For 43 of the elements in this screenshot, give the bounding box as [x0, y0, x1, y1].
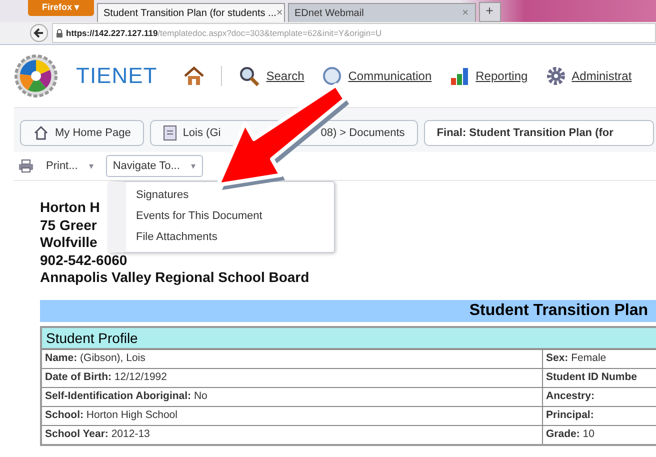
- menu-item[interactable]: Events for This Document: [126, 206, 334, 227]
- nav-link[interactable]: Reporting: [476, 69, 528, 83]
- address-line: 902-542-6060: [40, 252, 128, 269]
- table-cell-text: Student ID Numbe: [545, 370, 638, 384]
- table-cell-text: Sex: Female: [545, 350, 608, 366]
- address-line: Horton H: [40, 199, 100, 216]
- navigate-dropdown[interactable]: Navigate To... ▾: [106, 155, 203, 177]
- back-icon[interactable]: [30, 24, 48, 42]
- search-icon[interactable]: [238, 65, 260, 87]
- browser-tab[interactable]: Student Transition Plan (for students ...×: [96, 3, 285, 22]
- menu-item[interactable]: Signatures: [126, 185, 334, 206]
- house-icon: [33, 125, 49, 141]
- home-icon[interactable]: [183, 66, 206, 86]
- browser-tab[interactable]: EDnet Webmail ×: [288, 3, 476, 22]
- breadcrumb[interactable]: My Home Page: [20, 120, 144, 146]
- nav-link[interactable]: Search: [266, 69, 304, 83]
- new-tab-button[interactable]: +: [478, 2, 501, 22]
- breadcrumb[interactable]: Final: Student Transition Plan (for: [424, 120, 654, 146]
- bar-chart-icon[interactable]: [450, 66, 470, 86]
- nav-link[interactable]: Communication: [348, 69, 432, 83]
- table-cell-text: Principal:: [545, 408, 595, 422]
- document-icon: [162, 125, 177, 141]
- logo-text: TIENET: [76, 63, 158, 89]
- table-cell: Name: (Gibson), Lois: [42, 350, 543, 368]
- table-cell-text: Ancestry:: [545, 388, 596, 404]
- gear-icon[interactable]: [546, 66, 566, 86]
- address-line: Annapolis Valley Regional School Board: [40, 269, 310, 286]
- menu-item[interactable]: File Attachments: [126, 227, 334, 248]
- section-header: Student Profile: [42, 328, 656, 348]
- nav-link[interactable]: Administrat: [572, 69, 632, 83]
- lock-icon: [56, 28, 63, 38]
- print-button[interactable]: Print... ▾: [40, 156, 100, 176]
- table-cell: Self-Identification Aboriginal: No: [42, 388, 543, 406]
- table-cell: Date of Birth: 12/12/1992: [42, 368, 543, 386]
- address-line: Wolfville: [40, 234, 98, 252]
- address-line: 75 Greer: [40, 216, 97, 234]
- table-cell-text: Grade: 10: [545, 426, 596, 442]
- globe-icon[interactable]: [322, 66, 342, 86]
- table-cell: School: Horton High School: [42, 406, 543, 424]
- table-cell: School Year: 2012-13: [42, 426, 543, 444]
- printer-icon[interactable]: [18, 159, 34, 173]
- plan-title: Student Transition Plan: [40, 300, 656, 322]
- address-bar[interactable]: https://142.227.127.119/templatedoc.aspx?doc=303&template=62&init=Y&origin=U: [52, 23, 656, 43]
